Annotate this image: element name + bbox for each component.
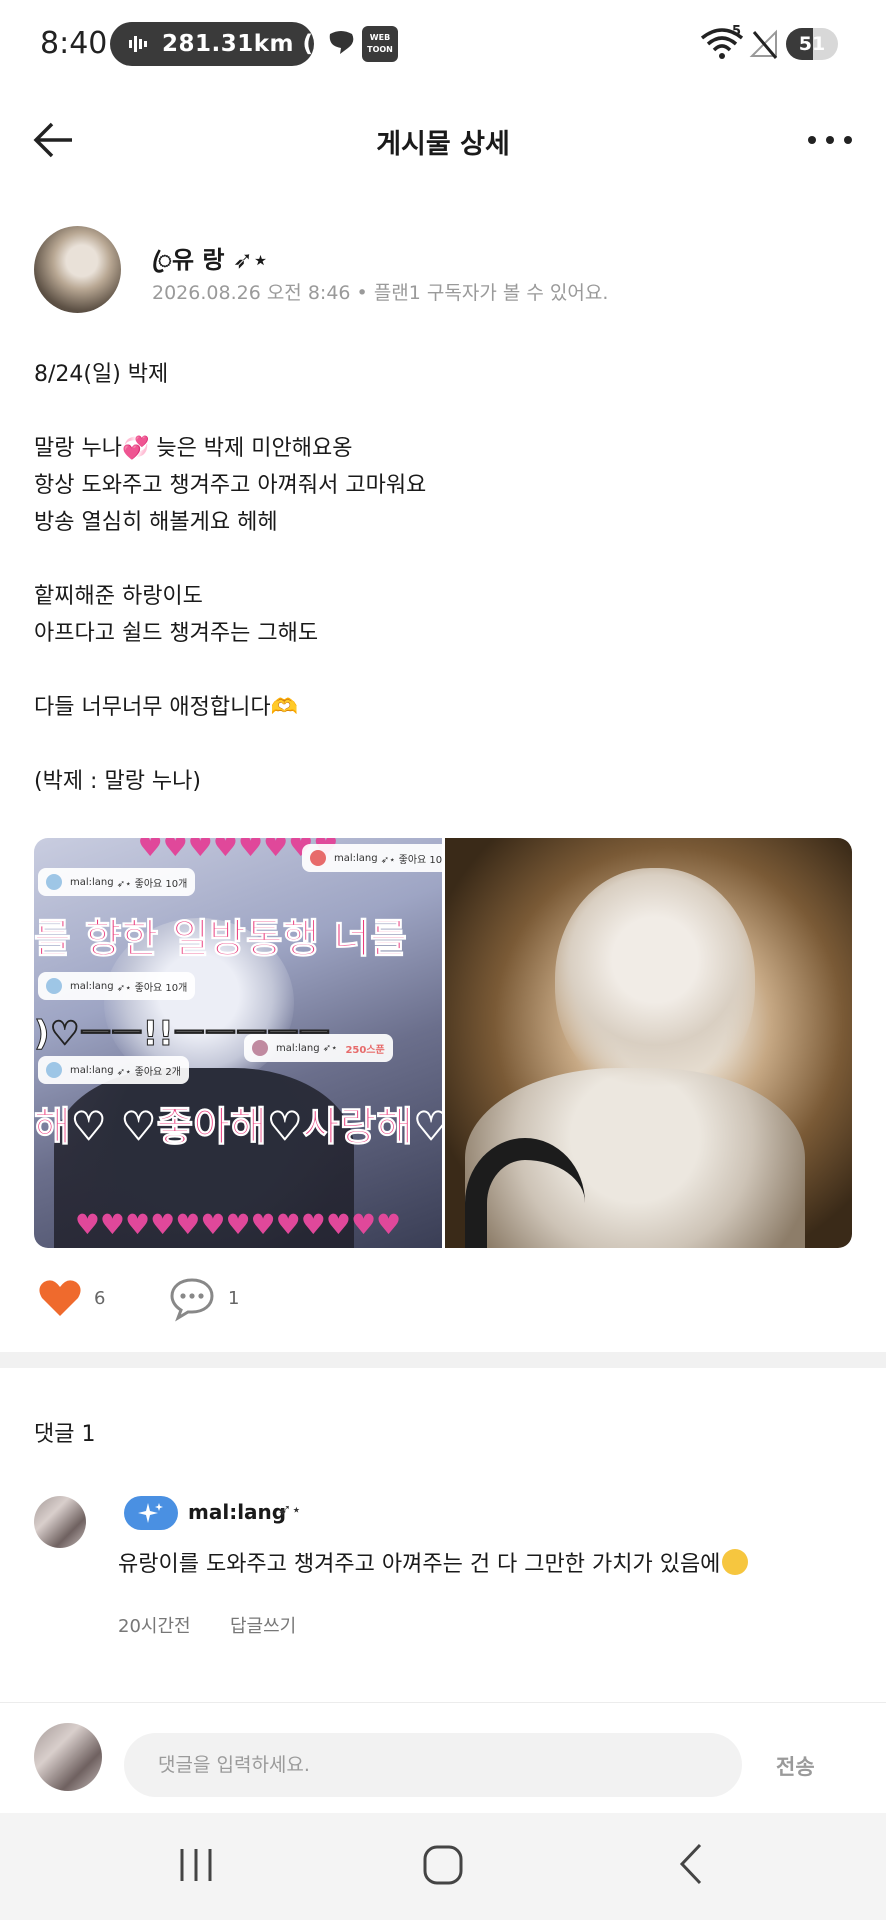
post-line: 항상 도와주고 챙겨주고 아껴줘서 고마워요	[34, 473, 427, 498]
comment-input-bar: 전송	[0, 1703, 886, 1813]
comment-text: 유랑이를 도와주고 챙겨주고 아껴주는 건 다 그만한 가치가 있음에	[118, 1546, 749, 1578]
section-divider	[0, 1352, 886, 1368]
webtoon-icon: WEB TOON	[362, 26, 398, 62]
post-date: 2026.08.26 오전 8:46	[152, 282, 351, 304]
navigation-pill[interactable]: 281.31km (	[110, 22, 314, 66]
battery-level: 51	[798, 33, 826, 55]
system-nav-bar	[0, 1813, 886, 1920]
post-line	[34, 393, 854, 430]
post-author: ꦿ유 랑 ➶⋆ 2026.08.26 오전 8:46 • 플랜1 구독자가 볼 …	[34, 226, 854, 316]
post-image-right[interactable]	[445, 838, 852, 1248]
comment-bubble-icon[interactable]	[168, 1276, 216, 1322]
post-body: 8/24(일) 박제 말랑 누나💞 늦은 박제 미안해요옹 항상 도와주고 챙겨…	[34, 356, 854, 800]
sparkle-icon	[138, 1503, 163, 1523]
post-line	[34, 541, 854, 578]
audio-bars-icon	[129, 36, 147, 52]
post-line: 핱찌해준 하랑이도	[34, 584, 203, 609]
comment-chip: mal:lang ➶⋆ 좋아요 10개	[38, 868, 196, 896]
pill-distance: 281.31km (	[162, 31, 314, 57]
battery-indicator: 51	[786, 28, 838, 60]
home-icon[interactable]	[421, 1843, 465, 1887]
comment-time: 20시간전	[118, 1616, 191, 1637]
post-line: 다들 너무너무 애정합니다🫶	[34, 695, 299, 720]
comment-chip: mal:lang ➶⋆ 좋아요 10개	[38, 972, 196, 1000]
image-overlay-text: 해♡ ♡좋아해♡사랑해♡	[34, 1104, 442, 1151]
comment-chip: mal:lang ➶⋆ 250스푼	[244, 1034, 393, 1062]
post-line	[34, 726, 854, 763]
chat-app-icon	[329, 31, 354, 54]
relieved-face-icon	[722, 1549, 749, 1575]
no-signal-icon	[749, 29, 778, 59]
app-bar: 게시물 상세	[0, 100, 886, 180]
like-count: 6	[94, 1288, 106, 1309]
avatar[interactable]	[34, 1496, 86, 1548]
recents-icon[interactable]	[176, 1843, 216, 1887]
figure-head	[555, 868, 755, 1098]
reply-button[interactable]: 답글쓰기	[230, 1612, 296, 1638]
post-line: (박제 : 말랑 누나)	[34, 769, 201, 794]
comment-count: 1	[228, 1288, 240, 1309]
post-line: 8/24(일) 박제	[34, 362, 169, 387]
post-line: 방송 열심히 해볼게요 헤헤	[34, 510, 278, 535]
heart-row-bottom: ♥♥♥♥♥♥♥♥♥♥♥♥♥	[74, 1208, 402, 1241]
post-line: 아프다고 쉴드 챙겨주는 그해도	[34, 621, 319, 646]
post-image-left[interactable]: ♥♥♥♥♥♥♥♥ mal:lang ➶⋆ 좋아요 10개 mal:lang ➶⋆…	[34, 838, 442, 1248]
sparkle-badge-icon	[124, 1496, 178, 1530]
comment-item: mal:lang ➶⋆ 유랑이를 도와주고 챙겨주고 아껴주는 건 다 그만한 …	[34, 1494, 854, 1644]
comment-input[interactable]	[124, 1733, 742, 1797]
post-visibility: 플랜1 구독자가 볼 수 있어요.	[373, 282, 609, 304]
status-bar: 8:40 281.31km ( WEB TOON 5 51	[0, 0, 886, 90]
image-overlay-text: 를 향한 일방통행 너를	[34, 916, 407, 963]
status-time: 8:40	[40, 26, 108, 61]
post-line: 말랑 누나💞 늦은 박제 미안해요옹	[34, 436, 353, 461]
send-button[interactable]: 전송	[776, 1751, 815, 1781]
network-type: 5	[732, 24, 742, 39]
heart-icon[interactable]	[38, 1278, 82, 1318]
comments-header: 댓글 1	[34, 1422, 96, 1447]
back-chevron-icon[interactable]	[676, 1841, 706, 1887]
post-meta: 2026.08.26 오전 8:46 • 플랜1 구독자가 볼 수 있어요.	[152, 278, 608, 305]
page-title: 게시물 상세	[376, 129, 510, 160]
comment-chip: mal:lang ➶⋆ 좋아요 10개	[302, 844, 442, 872]
post-actions: 6 1	[34, 1274, 434, 1326]
post-line	[34, 652, 854, 689]
comment-chip: mal:lang ➶⋆ 좋아요 2개	[38, 1056, 189, 1084]
avatar[interactable]	[34, 226, 121, 313]
avatar	[34, 1723, 102, 1791]
commenter-name-deco: ➶⋆	[278, 1500, 302, 1519]
commenter-name[interactable]: mal:lang	[188, 1500, 286, 1524]
more-dots-icon[interactable]	[806, 128, 854, 152]
post-images: ♥♥♥♥♥♥♥♥ mal:lang ➶⋆ 좋아요 10개 mal:lang ➶⋆…	[34, 838, 852, 1248]
meta-separator: •	[356, 282, 368, 304]
